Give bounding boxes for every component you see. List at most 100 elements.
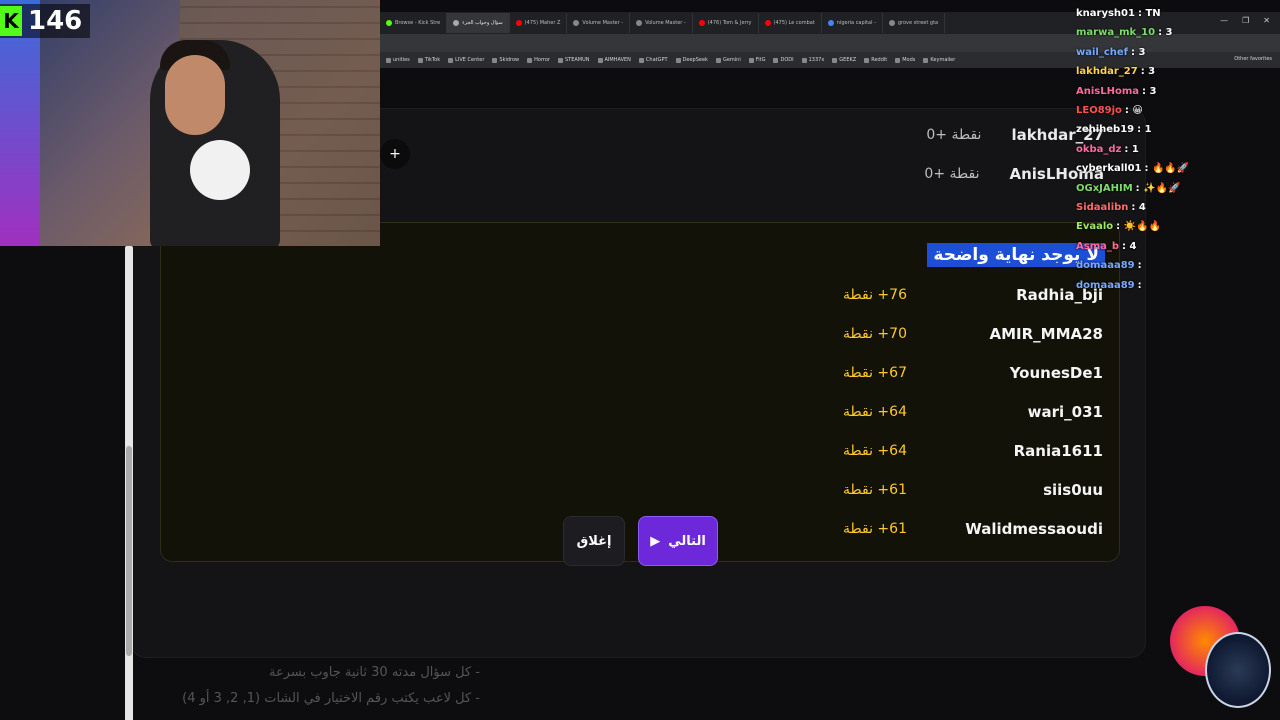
tab-label: (476) Tom & Jerry xyxy=(707,20,752,26)
bookmark-item[interactable]: TikTok xyxy=(414,57,444,63)
points-label: 64+ نقطة xyxy=(843,404,907,420)
bookmark-label: FitG xyxy=(755,57,766,63)
restore-icon[interactable]: ❐ xyxy=(1242,16,1249,25)
bookmark-item[interactable]: Horror xyxy=(523,57,554,63)
browser-tab[interactable]: Volume Master - xyxy=(630,13,693,33)
tab-favicon-icon xyxy=(698,20,705,26)
bookmark-item[interactable]: unities xyxy=(382,57,414,63)
points-label: 0+ نقطة xyxy=(924,166,980,182)
bookmark-label: Skidrow xyxy=(499,57,520,63)
bookmark-label: Reddit xyxy=(871,57,888,63)
chat-message: Sidaalibn: 4 xyxy=(1076,202,1146,213)
bookmark-item[interactable]: GEEKZ xyxy=(828,57,860,63)
bookmark-item[interactable]: STEAMUN xyxy=(554,57,594,63)
chat-username[interactable]: okba_dz xyxy=(1076,144,1121,155)
tab-label: (475) Le combat xyxy=(773,20,815,26)
browser-tab[interactable]: Volume Master - xyxy=(567,13,631,33)
scrollbar[interactable] xyxy=(125,246,133,720)
bookmark-label: DODI xyxy=(780,57,794,63)
bookmark-icon xyxy=(923,57,929,63)
tab-label: Volume Master - xyxy=(645,20,686,26)
browser-tab[interactable]: (476) Tom & Jerry xyxy=(693,13,759,33)
bookmark-item[interactable]: Keymailer xyxy=(919,57,959,63)
tab-favicon-icon xyxy=(386,20,392,26)
result-row: 76+ نقطة Radhia_bji xyxy=(843,283,1103,307)
result-row: 67+ نقطة YounesDe1 xyxy=(843,361,1103,385)
minimize-icon[interactable]: — xyxy=(1220,16,1228,25)
close-button[interactable]: إغلاق xyxy=(563,516,625,566)
browser-tab[interactable]: (475) Le combat xyxy=(759,13,822,33)
chat-username[interactable]: wail_chef xyxy=(1076,47,1128,58)
chat-username[interactable]: LEO89jo xyxy=(1076,105,1122,116)
chat-username[interactable]: cyberkall01 xyxy=(1076,163,1142,174)
chat-username[interactable]: OGxJAHIM xyxy=(1076,183,1133,194)
result-row: 70+ نقطة AMIR_MMA28 xyxy=(843,322,1103,346)
chat-message: AnisLHoma: 3 xyxy=(1076,86,1156,97)
bookmark-label: TikTok xyxy=(424,57,441,63)
bookmark-item[interactable]: ChatGPT xyxy=(635,57,672,63)
chat-username[interactable]: Evaalo xyxy=(1076,221,1113,232)
player-name: YounesDe1 xyxy=(1009,364,1103,382)
bookmark-icon xyxy=(773,57,779,63)
chat-username[interactable]: AnisLHoma xyxy=(1076,86,1139,97)
browser-tab[interactable]: grove street gta xyxy=(883,13,946,33)
bookmark-item[interactable]: AIMHAVEN xyxy=(594,57,635,63)
bookmark-item[interactable]: Gemini xyxy=(712,57,745,63)
bookmark-icon xyxy=(675,57,681,63)
chat-text: : 3 xyxy=(1140,66,1156,78)
chat-message: cyberkall01: 🔥🔥🚀 xyxy=(1076,163,1189,174)
screen: Browse - Kick Stre سؤال وجواب الجزء (475) … xyxy=(0,0,1280,720)
bookmark-item[interactable]: Skidrow xyxy=(488,57,523,63)
bookmark-item[interactable]: DODI xyxy=(769,57,797,63)
chat-username[interactable]: zehiheb19 xyxy=(1076,124,1134,135)
chat-username[interactable]: Asma_b xyxy=(1076,241,1119,252)
chat-text: : 4 xyxy=(1122,240,1137,252)
bookmark-icon xyxy=(557,57,563,63)
scrollbar-thumb[interactable] xyxy=(126,446,132,656)
tab-label: Volume Master - xyxy=(582,20,624,26)
bookmark-icon xyxy=(895,57,901,63)
bookmark-item[interactable]: Mods xyxy=(891,57,919,63)
add-icon[interactable]: + xyxy=(380,139,410,169)
chat-message: LEO89jo: 😀 xyxy=(1076,105,1143,116)
chat-username[interactable]: domaaa89 xyxy=(1076,260,1135,271)
browser-tab[interactable]: Browse - Kick Stre xyxy=(380,13,448,33)
chat-message: zehiheb19: 1 xyxy=(1076,124,1152,135)
play-icon: ▶ xyxy=(650,533,661,549)
bookmark-item[interactable]: LIVE Center xyxy=(444,57,488,63)
bookmark-icon xyxy=(417,57,423,63)
browser-tab[interactable]: سؤال وجواب الجزء xyxy=(447,13,510,33)
chat-message: domaaa89: xyxy=(1076,260,1142,271)
bookmark-label: LIVE Center xyxy=(455,57,485,63)
next-button[interactable]: ▶ التالي xyxy=(638,516,718,566)
chat-message: okba_dz: 1 xyxy=(1076,144,1139,155)
close-window-icon[interactable]: ✕ xyxy=(1263,16,1270,25)
chat-username[interactable]: marwa_mk_10 xyxy=(1076,27,1155,38)
chat-username[interactable]: domaaa89 xyxy=(1076,280,1135,291)
chat-username[interactable]: lakhdar_27 xyxy=(1076,66,1138,77)
bookmark-item[interactable]: 1337x xyxy=(798,57,829,63)
bookmark-icon xyxy=(748,57,754,63)
player-name: Rania1611 xyxy=(1013,442,1103,460)
points-label: 0+ نقطة xyxy=(926,127,982,143)
points-label: 70+ نقطة xyxy=(843,326,907,342)
streamer-face xyxy=(165,55,225,135)
other-favorites[interactable]: Other favorites xyxy=(1234,56,1272,62)
browser-tab[interactable]: nigeria capital - xyxy=(822,13,883,33)
bookmark-item[interactable]: FitG xyxy=(745,57,770,63)
bookmark-item[interactable]: Reddit xyxy=(860,57,891,63)
tab-favicon-icon xyxy=(888,20,895,26)
bookmark-label: GEEKZ xyxy=(839,57,857,63)
chat-username[interactable]: Sidaalibn xyxy=(1076,202,1128,213)
chat-text: : 3 xyxy=(1158,27,1173,39)
chat-text: : TN xyxy=(1137,8,1161,19)
browser-tab[interactable]: (475) Maher Z xyxy=(510,13,568,33)
chat-text: : 🔥🔥🚀 xyxy=(1144,163,1190,175)
chat-message: knarysh01: TN xyxy=(1076,8,1161,19)
bookmark-item[interactable]: DeepSeek xyxy=(672,57,712,63)
rule-line: - كل لاعب يكتب رقم الاختيار في الشات (1,… xyxy=(182,691,480,706)
chat-text: : 😀 xyxy=(1124,105,1143,116)
chat-username[interactable]: knarysh01 xyxy=(1076,8,1135,19)
tab-label: grove street gta xyxy=(897,20,939,26)
result-row: 64+ نقطة Rania1611 xyxy=(843,439,1103,463)
